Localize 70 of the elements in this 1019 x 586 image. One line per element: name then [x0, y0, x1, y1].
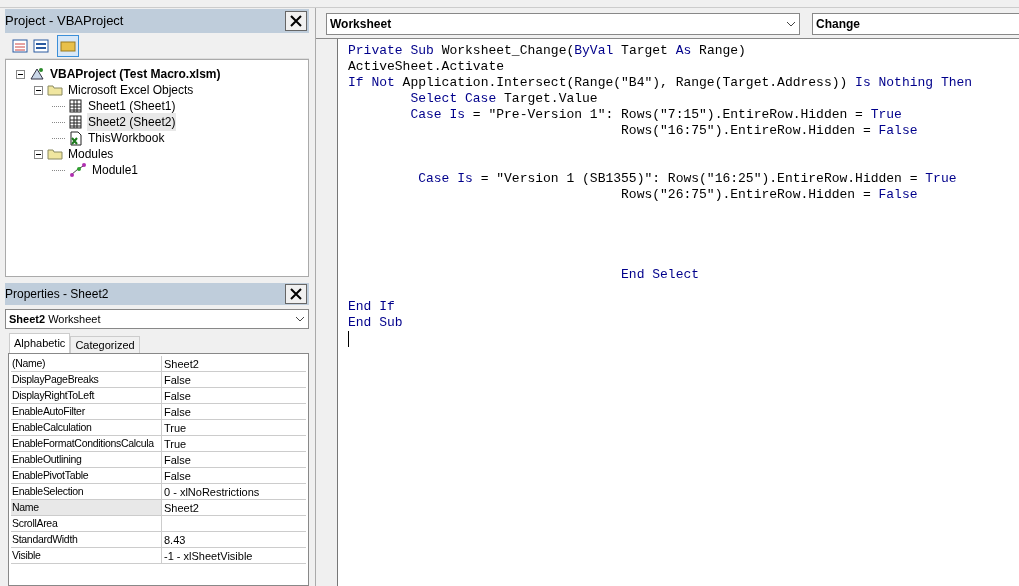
- close-icon: [290, 15, 302, 27]
- object-dropdown[interactable]: Worksheet: [326, 13, 800, 35]
- property-name[interactable]: DisplayPageBreaks: [11, 372, 162, 387]
- code-line: If Not Application.Intersect(Range("B4"), Range(Target.Address)) Is Nothing Then: [348, 75, 973, 91]
- close-icon: [290, 288, 302, 300]
- property-name[interactable]: StandardWidth: [11, 532, 162, 547]
- project-icon: [29, 67, 45, 81]
- code-line: End If: [348, 299, 395, 315]
- object-dropdown[interactable]: Sheet2 Worksheet: [5, 309, 309, 329]
- panel-title: Project - VBAProject: [5, 12, 124, 31]
- property-name[interactable]: ScrollArea: [11, 516, 162, 531]
- property-name[interactable]: EnableOutlining: [11, 452, 162, 467]
- property-name[interactable]: (Name): [11, 356, 162, 371]
- code-line: Select Case Target.Value: [409, 91, 598, 107]
- chevron-down-icon: [295, 316, 305, 322]
- property-value[interactable]: False: [162, 404, 306, 419]
- toggle-folders-button[interactable]: [57, 34, 79, 57]
- property-tab[interactable]: Categorized: [70, 336, 140, 353]
- collapse-toggle[interactable]: [34, 85, 43, 95]
- property-name[interactable]: EnableSelection: [11, 484, 162, 499]
- property-value[interactable]: -1 - xlSheetVisible: [162, 548, 306, 563]
- folder-icon: [60, 39, 76, 52]
- tree-item[interactable]: Microsoft Excel Objects: [67, 81, 195, 99]
- property-value[interactable]: Sheet2: [162, 356, 306, 371]
- tree-item[interactable]: VBAProject (Test Macro.xlsm): [49, 65, 222, 83]
- folder-icon: [47, 148, 63, 160]
- property-name[interactable]: Name: [11, 500, 162, 515]
- code-line: End Sub: [348, 315, 403, 331]
- property-value[interactable]: 0 - xlNoRestrictions: [162, 484, 306, 499]
- property-value[interactable]: False: [162, 372, 306, 387]
- property-value[interactable]: True: [162, 436, 306, 451]
- tree-item[interactable]: Modules: [67, 145, 115, 163]
- property-value[interactable]: False: [162, 468, 306, 483]
- close-button[interactable]: [285, 284, 307, 304]
- chevron-down-icon: [786, 21, 796, 27]
- close-button[interactable]: [285, 11, 307, 31]
- code-line: ActiveSheet.Activate: [348, 59, 505, 75]
- view-object-icon[interactable]: [33, 38, 49, 53]
- tree-item[interactable]: ThisWorkbook: [87, 129, 166, 147]
- property-value[interactable]: True: [162, 420, 306, 435]
- code-line: Case Is = "Version 1 (SB1355)": Rows("16:25").EntireRow.Hidden = True: [417, 171, 957, 187]
- property-name[interactable]: EnableAutoFilter: [11, 404, 162, 419]
- collapse-toggle[interactable]: [34, 149, 43, 159]
- collapse-toggle[interactable]: [16, 69, 25, 79]
- folder-icon: [47, 84, 63, 96]
- worksheet-icon: [69, 99, 83, 113]
- text-cursor: [348, 331, 349, 347]
- tree-item[interactable]: Sheet1 (Sheet1): [87, 97, 177, 115]
- code-line: Rows("16:75").EntireRow.Hidden = False: [620, 123, 918, 139]
- workbook-icon: [69, 130, 83, 146]
- property-value[interactable]: Sheet2: [162, 500, 306, 515]
- property-value[interactable]: False: [162, 388, 306, 403]
- property-tab[interactable]: Alphabetic: [9, 333, 71, 353]
- module-icon: [69, 163, 87, 177]
- code-line: Rows("26:75").EntireRow.Hidden = False: [620, 187, 918, 203]
- property-name[interactable]: EnableFormatConditionsCalcula: [11, 436, 162, 451]
- tree-item[interactable]: Sheet2 (Sheet2): [87, 113, 177, 131]
- property-name[interactable]: EnableCalculation: [11, 420, 162, 435]
- property-name[interactable]: DisplayRightToLeft: [11, 388, 162, 403]
- code-line: Case Is = "Pre-Version 1": Rows("7:15").EntireRow.Hidden = True: [409, 107, 902, 123]
- tree-item[interactable]: Module1: [91, 161, 140, 179]
- property-value[interactable]: False: [162, 452, 306, 467]
- property-name[interactable]: EnablePivotTable: [11, 468, 162, 483]
- panel-title: Properties - Sheet2: [5, 286, 109, 303]
- procedure-dropdown[interactable]: Change: [812, 13, 1019, 35]
- code-line: End Select: [620, 267, 700, 283]
- property-name[interactable]: Visible: [11, 548, 162, 563]
- property-value[interactable]: 8.43: [162, 532, 306, 547]
- code-line: Private Sub Worksheet_Change(ByVal Target As Range): [348, 43, 746, 59]
- worksheet-icon: [69, 115, 83, 129]
